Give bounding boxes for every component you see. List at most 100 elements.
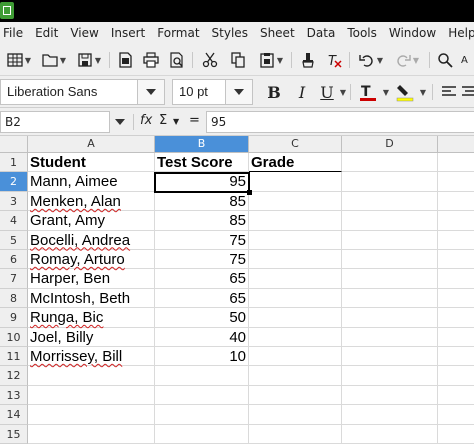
print-preview-button[interactable]: [166, 49, 188, 71]
bold-button[interactable]: B: [263, 80, 285, 104]
cell-d6[interactable]: [342, 250, 438, 270]
cell-c7[interactable]: [249, 269, 342, 289]
cell-d13[interactable]: [342, 385, 438, 406]
copy-button[interactable]: [226, 49, 250, 71]
redo-button[interactable]: ▼: [391, 49, 423, 71]
cell-d4[interactable]: [342, 211, 438, 231]
menu-insert[interactable]: Insert: [105, 26, 151, 40]
cell-a7[interactable]: Harper, Ben: [28, 269, 155, 289]
paste-button[interactable]: ▼: [254, 49, 288, 71]
row-header[interactable]: 15: [0, 424, 28, 444]
select-all-corner[interactable]: [0, 136, 28, 153]
cell-b6[interactable]: 75: [155, 250, 249, 270]
cell-c9[interactable]: [249, 308, 342, 328]
cell-b12[interactable]: [155, 366, 249, 386]
sum-dropdown[interactable]: ▼: [173, 117, 179, 126]
row-header[interactable]: 13: [0, 385, 28, 406]
menu-view[interactable]: View: [64, 26, 104, 40]
cell-d14[interactable]: [342, 405, 438, 425]
cell-c14[interactable]: [249, 405, 342, 425]
cell-b9[interactable]: 50: [155, 308, 249, 328]
column-header-a[interactable]: A: [28, 136, 155, 153]
cut-button[interactable]: [198, 49, 222, 71]
menu-help[interactable]: Help: [442, 26, 474, 40]
cell-c11[interactable]: [249, 347, 342, 367]
row-header[interactable]: 5: [0, 230, 28, 250]
row-header[interactable]: 3: [0, 191, 28, 212]
menu-tools[interactable]: Tools: [341, 26, 383, 40]
cell-a6[interactable]: Romay, Arturo: [28, 250, 155, 270]
cell-a10[interactable]: Joel, Billy: [28, 327, 155, 347]
underline-dropdown[interactable]: ▼: [337, 80, 347, 104]
cell-a14[interactable]: [28, 405, 155, 425]
cell-e13[interactable]: [438, 386, 474, 406]
cell-e11[interactable]: [438, 347, 474, 367]
row-header[interactable]: 9: [0, 308, 28, 328]
cell-a3[interactable]: Menken, Alan: [28, 191, 155, 212]
clone-formatting-button[interactable]: [297, 49, 319, 71]
font-size-box[interactable]: 10 pt: [172, 79, 226, 105]
font-name-box[interactable]: Liberation Sans: [0, 79, 138, 105]
cell-e2[interactable]: [438, 172, 474, 192]
row-header[interactable]: 2: [0, 172, 28, 192]
cell-d5[interactable]: [342, 230, 438, 250]
cell-d12[interactable]: [342, 366, 438, 386]
font-color-button[interactable]: T: [356, 80, 380, 104]
clear-formatting-button[interactable]: T: [323, 49, 345, 71]
cell-c8[interactable]: [249, 288, 342, 309]
cell-d10[interactable]: [342, 327, 438, 347]
cell-b5[interactable]: 75: [155, 230, 249, 250]
undo-button[interactable]: ▼: [355, 49, 387, 71]
cell-a5[interactable]: Bocelli, Andrea: [28, 230, 155, 250]
cell-d8[interactable]: [342, 288, 438, 309]
cell-e15[interactable]: [438, 425, 474, 444]
cell-b2[interactable]: 95: [155, 172, 249, 192]
cell-b14[interactable]: [155, 405, 249, 425]
menu-edit[interactable]: Edit: [29, 26, 64, 40]
cell-e9[interactable]: [438, 308, 474, 328]
row-header[interactable]: 14: [0, 405, 28, 425]
menu-data[interactable]: Data: [301, 26, 342, 40]
cell-d2[interactable]: [342, 172, 438, 192]
cell-a13[interactable]: [28, 385, 155, 406]
italic-button[interactable]: I: [291, 80, 313, 104]
cell-e14[interactable]: [438, 405, 474, 425]
cell-e3[interactable]: [438, 192, 474, 212]
cell-c12[interactable]: [249, 366, 342, 386]
cell-a11[interactable]: Morrissey, Bill: [28, 347, 155, 367]
menu-styles[interactable]: Styles: [206, 26, 254, 40]
column-header-d[interactable]: D: [342, 136, 438, 153]
row-header[interactable]: 1: [0, 153, 28, 173]
underline-button[interactable]: U: [318, 80, 336, 104]
cell-a2[interactable]: Mann, Aimee: [28, 172, 155, 192]
highlight-color-button[interactable]: [393, 80, 417, 104]
cell-c3[interactable]: [249, 191, 342, 212]
cell-d7[interactable]: [342, 269, 438, 289]
cell-b10[interactable]: 40: [155, 327, 249, 347]
cell-b3[interactable]: 85: [155, 191, 249, 212]
sum-button[interactable]: Σ: [159, 113, 167, 128]
column-header-c[interactable]: C: [249, 136, 342, 153]
cell-b15[interactable]: [155, 424, 249, 444]
cell-a12[interactable]: [28, 366, 155, 386]
align-left-button[interactable]: [438, 80, 460, 104]
cell-e4[interactable]: [438, 211, 474, 231]
cell-e8[interactable]: [438, 289, 474, 309]
cell-d1[interactable]: [342, 153, 438, 173]
cell-a1[interactable]: Student: [28, 153, 155, 173]
cell-a4[interactable]: Grant, Amy: [28, 211, 155, 231]
cell-d11[interactable]: [342, 347, 438, 367]
cell-b7[interactable]: 65: [155, 269, 249, 289]
spelling-button[interactable]: A: [460, 49, 474, 71]
cell-d9[interactable]: [342, 308, 438, 328]
cell-a9[interactable]: Runga, Bic: [28, 308, 155, 328]
row-header[interactable]: 10: [0, 327, 28, 347]
row-header[interactable]: 6: [0, 250, 28, 270]
name-box-dropdown[interactable]: [110, 111, 130, 133]
print-button[interactable]: [140, 49, 162, 71]
cell-b11[interactable]: 10: [155, 347, 249, 367]
formula-input[interactable]: 95: [206, 111, 474, 133]
column-header-b[interactable]: B: [155, 136, 249, 153]
formula-button[interactable]: =: [189, 113, 200, 128]
new-spreadsheet-button[interactable]: ▼: [2, 49, 36, 71]
